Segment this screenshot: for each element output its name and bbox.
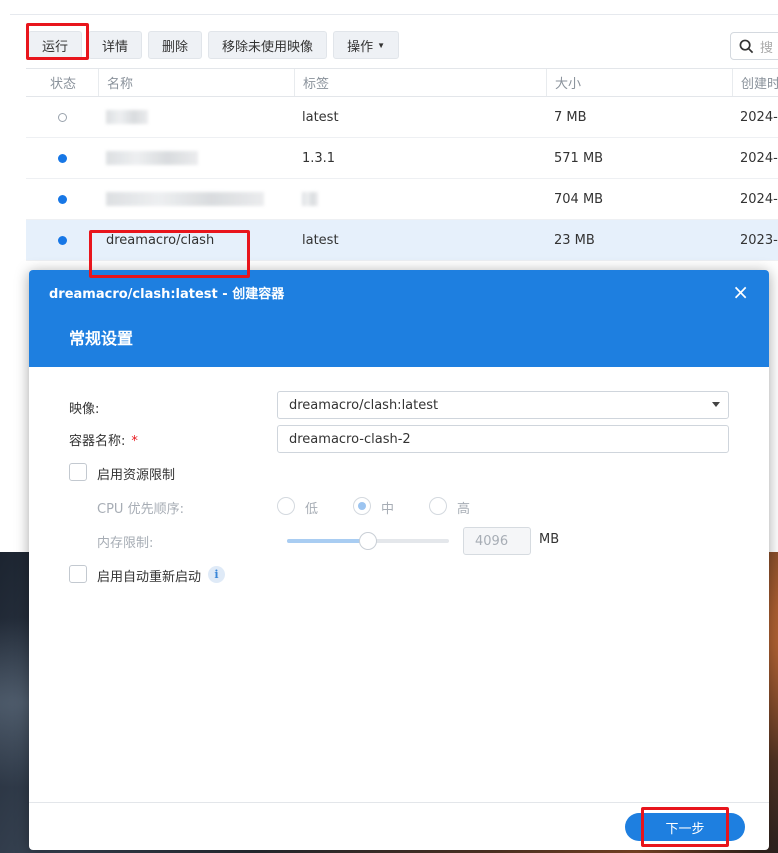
cpu-priority-low-radio[interactable] [277, 497, 295, 515]
status-running-icon [57, 235, 67, 245]
row-size: 23 MB [554, 232, 595, 248]
cpu-low-label: 低 [305, 502, 319, 517]
dialog-header: dreamacro/clash:latest - 创建容器 × 常规设置 [29, 270, 769, 367]
enable-resource-limit-checkbox[interactable] [69, 463, 87, 481]
dialog-footer: 下一步 [29, 802, 769, 850]
section-title: 常规设置 [69, 329, 134, 348]
row-created: 2024- [740, 150, 778, 166]
info-icon[interactable]: i [208, 566, 225, 583]
column-created[interactable]: 创建时 [732, 69, 778, 96]
required-mark: * [131, 434, 138, 449]
row-size: 704 MB [554, 191, 604, 207]
toolbar: 运行 详情 删除 移除未使用映像 操作 ▼ [28, 31, 399, 59]
column-name[interactable]: 名称 [98, 69, 294, 96]
auto-restart-label: 启用自动重新启动 [97, 570, 202, 585]
redacted-name [106, 192, 264, 206]
row-name: dreamacro/clash [106, 232, 215, 248]
close-icon[interactable]: × [732, 280, 749, 304]
memory-slider[interactable] [287, 532, 449, 550]
table-header: 状态 名称 标签 大小 创建时 [26, 68, 778, 97]
table-row[interactable]: latest 7 MB 2024- [26, 97, 778, 138]
container-name-input[interactable] [277, 425, 729, 453]
image-table: 状态 名称 标签 大小 创建时 latest 7 MB 2024- 1.3.1 … [26, 68, 778, 261]
dropdown-arrow-icon [712, 402, 720, 407]
image-select-value: dreamacro/clash:latest [289, 397, 439, 413]
memory-unit-label: MB [539, 532, 560, 547]
actions-label: 操作 [347, 38, 374, 54]
row-size: 7 MB [554, 109, 587, 125]
row-tag: latest [302, 232, 339, 248]
delete-button[interactable]: 删除 [148, 31, 203, 59]
column-status[interactable]: 状态 [26, 69, 98, 96]
memory-slider-handle[interactable] [359, 532, 377, 550]
cpu-high-label: 高 [457, 502, 471, 517]
memory-limit-label: 内存限制: [97, 536, 154, 551]
row-created: 2023- [740, 232, 778, 248]
table-row-selected[interactable]: dreamacro/clash latest 23 MB 2023- [26, 220, 778, 261]
row-created: 2024- [740, 191, 778, 207]
next-button[interactable]: 下一步 [625, 813, 745, 841]
actions-dropdown-button[interactable]: 操作 ▼ [333, 31, 399, 59]
create-container-dialog: dreamacro/clash:latest - 创建容器 × 常规设置 映像:… [29, 270, 769, 850]
image-select[interactable]: dreamacro/clash:latest [277, 391, 729, 419]
table-row[interactable]: 1.3.1 571 MB 2024- [26, 138, 778, 179]
row-tag: 1.3.1 [302, 150, 336, 166]
redacted-tag [302, 192, 318, 206]
container-name-label-wrap: 容器名称: * [69, 430, 138, 449]
row-created: 2024- [740, 109, 778, 125]
search-input[interactable]: 搜 [730, 32, 778, 60]
status-stopped-icon [57, 112, 67, 122]
column-tag[interactable]: 标签 [294, 69, 546, 96]
status-running-icon [57, 194, 67, 204]
search-icon [739, 39, 754, 53]
search-placeholder: 搜 [760, 40, 774, 56]
auto-restart-checkbox[interactable] [69, 565, 87, 583]
enable-resource-limit-label: 启用资源限制 [97, 468, 176, 483]
cpu-priority-label: CPU 优先顺序: [97, 502, 184, 517]
image-label: 映像: [69, 402, 100, 417]
redacted-name [106, 151, 198, 165]
memory-slider-fill [287, 539, 368, 543]
column-size[interactable]: 大小 [546, 69, 732, 96]
remove-unused-images-button[interactable]: 移除未使用映像 [208, 31, 328, 59]
dialog-caption: dreamacro/clash:latest - 创建容器 [49, 287, 285, 302]
status-running-icon [57, 153, 67, 163]
container-name-label: 容器名称: [69, 434, 126, 449]
cpu-medium-label: 中 [381, 502, 395, 517]
caret-down-icon: ▼ [377, 40, 385, 50]
memory-limit-input[interactable]: 4096 [463, 527, 531, 555]
table-row[interactable]: 704 MB 2024- [26, 179, 778, 220]
row-size: 571 MB [554, 150, 604, 166]
redacted-name [106, 110, 148, 124]
row-tag: latest [302, 109, 339, 125]
cpu-priority-medium-radio[interactable] [353, 497, 371, 515]
run-button[interactable]: 运行 [28, 31, 83, 59]
cpu-priority-high-radio[interactable] [429, 497, 447, 515]
details-button[interactable]: 详情 [88, 31, 143, 59]
